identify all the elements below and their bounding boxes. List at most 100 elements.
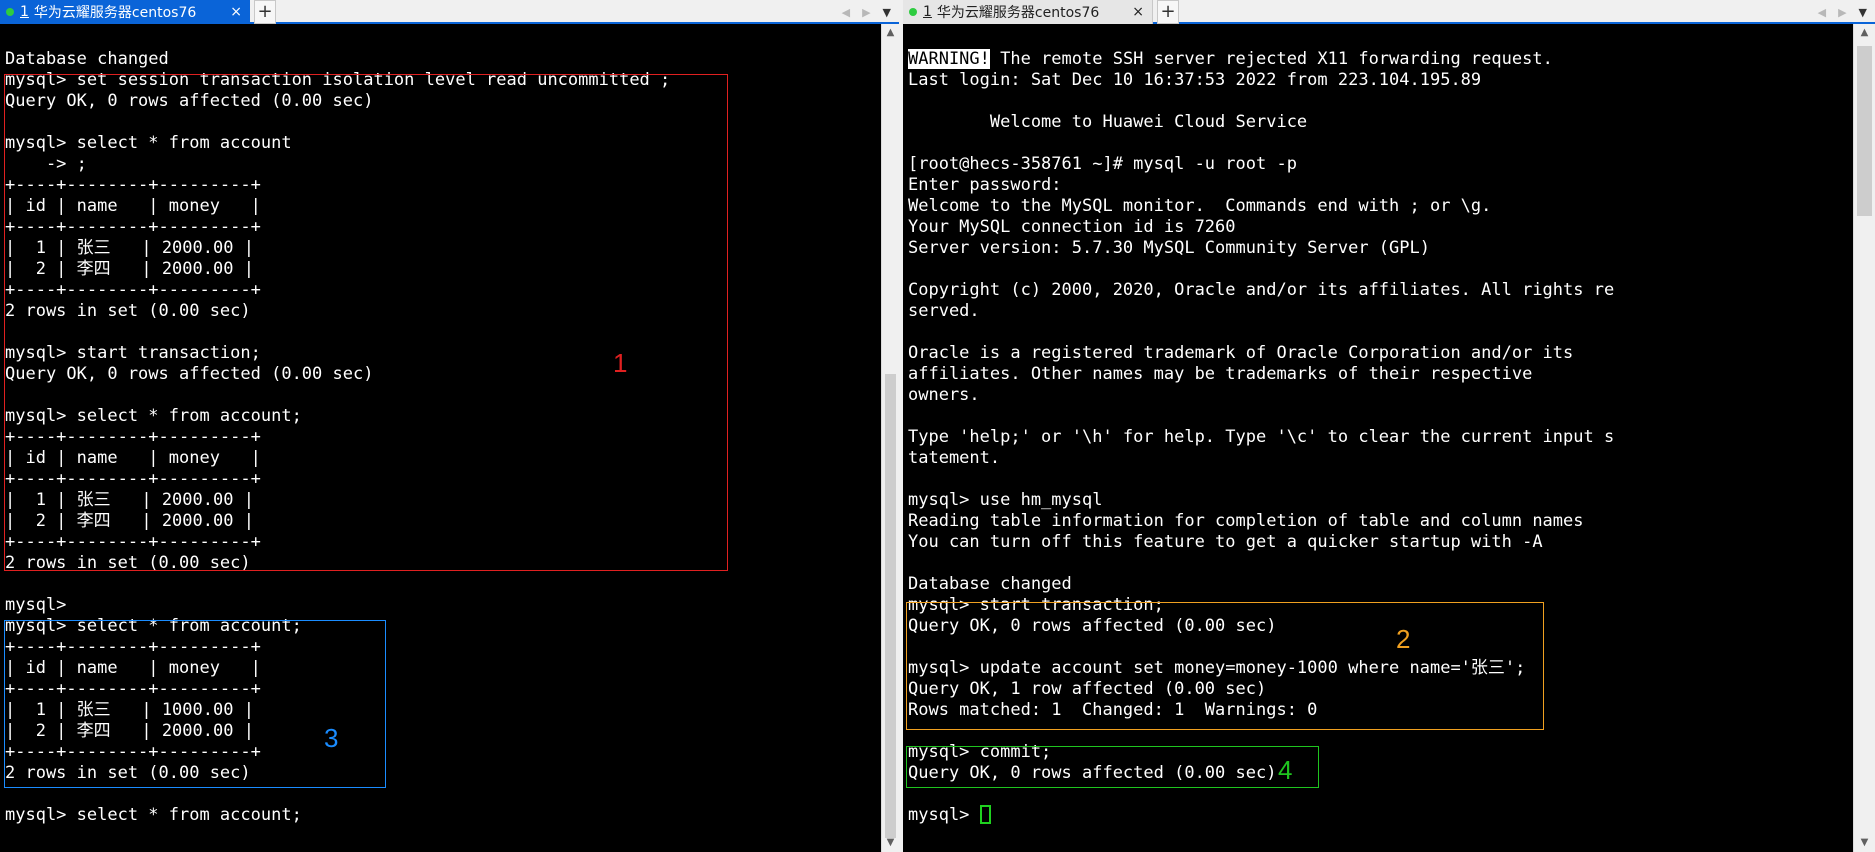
close-icon[interactable]: ×: [230, 4, 242, 20]
terminal-line: Query OK, 0 rows affected (0.00 sec): [5, 91, 374, 111]
right-tab-bar: 1 华为云耀服务器centos76 × + ◀ ▶ ▼: [903, 0, 1875, 24]
scroll-down-icon[interactable]: ▼: [1854, 834, 1875, 852]
terminal-line: Oracle is a registered trademark of Orac…: [908, 343, 1574, 363]
left-tab-navigation: ◀ ▶ ▼: [842, 0, 891, 24]
terminal-line: WARNING! The remote SSH server rejected …: [908, 49, 1553, 69]
close-icon[interactable]: ×: [1132, 4, 1144, 20]
scroll-tabs-right-icon[interactable]: ▶: [862, 6, 870, 19]
terminal-line: Enter password:: [908, 175, 1062, 195]
terminal-line: Welcome to Huawei Cloud Service: [908, 112, 1308, 132]
tab-title: 华为云耀服务器centos76: [33, 5, 197, 21]
terminal-line: owners.: [908, 385, 980, 405]
tab-title: 华为云耀服务器centos76: [936, 5, 1100, 21]
scroll-up-icon[interactable]: ▲: [1854, 24, 1875, 42]
terminal-line: [root@hecs-358761 ~]# mysql -u root -p: [908, 154, 1297, 174]
terminal-line: mysql> select * from account;: [5, 616, 302, 636]
new-tab-button[interactable]: +: [1157, 0, 1179, 24]
terminal-line: mysql>: [5, 595, 67, 615]
terminal-line: | 2 | 李四 | 2000.00 |: [5, 511, 254, 531]
annotation-label-3: 3: [324, 723, 339, 753]
left-tab-bar: 1 华为云耀服务器centos76 × + ◀ ▶ ▼: [0, 0, 899, 24]
terminal-line: Database changed: [5, 49, 169, 69]
terminal-line: Query OK, 0 rows affected (0.00 sec): [908, 763, 1277, 783]
terminal-line: | id | name | money |: [5, 658, 261, 678]
tab-number: 1: [20, 4, 29, 20]
terminal-line: 2 rows in set (0.00 sec): [5, 301, 251, 321]
new-tab-button[interactable]: +: [254, 0, 276, 24]
text-cursor: [979, 805, 991, 824]
terminal-line: mysql> update account set money=money-10…: [908, 658, 1526, 678]
terminal-line: Copyright (c) 2000, 2020, Oracle and/or …: [908, 280, 1615, 300]
terminal-line: +----+--------+---------+: [5, 532, 261, 552]
right-scroll-thumb[interactable]: [1857, 46, 1872, 216]
left-vertical-scrollbar[interactable]: ▲ ▼: [881, 24, 899, 852]
right-terminal-output[interactable]: WARNING! The remote SSH server rejected …: [903, 28, 1853, 852]
terminal-line: 2 rows in set (0.00 sec): [5, 553, 251, 573]
tab-number: 1: [923, 4, 932, 20]
terminal-line: +----+--------+---------+: [5, 280, 261, 300]
scroll-down-icon[interactable]: ▼: [882, 834, 899, 852]
left-terminal-pane: 1 华为云耀服务器centos76 × + ◀ ▶ ▼ Database cha…: [0, 0, 899, 852]
terminal-line: | id | name | money |: [5, 448, 261, 468]
terminal-line: Server version: 5.7.30 MySQL Community S…: [908, 238, 1430, 258]
terminal-line: Rows matched: 1 Changed: 1 Warnings: 0: [908, 700, 1318, 720]
left-scroll-thumb[interactable]: [885, 374, 896, 838]
annotation-label-4: 4: [1278, 755, 1293, 785]
scroll-tabs-left-icon[interactable]: ◀: [842, 6, 850, 19]
terminal-line: +----+--------+---------+: [5, 679, 261, 699]
terminal-line: mysql> commit;: [908, 742, 1052, 762]
terminal-line: +----+--------+---------+: [5, 427, 261, 447]
right-vertical-scrollbar[interactable]: ▲ ▼: [1853, 24, 1875, 852]
terminal-line: Query OK, 0 rows affected (0.00 sec): [908, 616, 1277, 636]
terminal-line: | 2 | 李四 | 2000.00 |: [5, 259, 254, 279]
scroll-tabs-left-icon[interactable]: ◀: [1818, 6, 1826, 19]
terminal-line: Your MySQL connection id is 7260: [908, 217, 1236, 237]
right-session-tab[interactable]: 1 华为云耀服务器centos76 ×: [903, 0, 1153, 24]
terminal-line: | id | name | money |: [5, 196, 261, 216]
scroll-up-icon[interactable]: ▲: [882, 24, 899, 42]
annotation-label-1: 1: [613, 348, 628, 378]
terminal-line: Last login: Sat Dec 10 16:37:53 2022 fro…: [908, 70, 1482, 90]
scroll-tabs-right-icon[interactable]: ▶: [1838, 6, 1846, 19]
left-session-tab[interactable]: 1 华为云耀服务器centos76 ×: [0, 0, 250, 24]
terminal-line: -> ;: [5, 154, 87, 174]
terminal-line: | 1 | 张三 | 2000.00 |: [5, 238, 254, 258]
terminal-line: tatement.: [908, 448, 1001, 468]
terminal-line: mysql> start transaction;: [908, 595, 1164, 615]
terminal-line: 2 rows in set (0.00 sec): [5, 763, 251, 783]
terminal-line: Query OK, 0 rows affected (0.00 sec): [5, 364, 374, 384]
terminal-line: +----+--------+---------+: [5, 637, 261, 657]
annotation-label-2: 2: [1396, 624, 1411, 654]
connected-status-icon: [6, 8, 14, 16]
terminal-line: mysql> use hm_mysql: [908, 490, 1103, 510]
terminal-line: mysql> set session transaction isolation…: [5, 70, 671, 90]
tab-list-dropdown-icon[interactable]: ▼: [1859, 6, 1867, 19]
terminal-line: Type 'help;' or '\h' for help. Type '\c'…: [908, 427, 1615, 447]
tab-list-dropdown-icon[interactable]: ▼: [883, 6, 891, 19]
terminal-line: | 1 | 张三 | 2000.00 |: [5, 490, 254, 510]
terminal-line: | 1 | 张三 | 1000.00 |: [5, 700, 254, 720]
terminal-line: mysql> select * from account;: [5, 406, 302, 426]
terminal-line: affiliates. Other names may be trademark…: [908, 364, 1533, 384]
terminal-line: served.: [908, 301, 980, 321]
left-terminal-output[interactable]: Database changed mysql> set session trans…: [0, 28, 881, 852]
terminal-line: +----+--------+---------+: [5, 217, 261, 237]
terminal-line: mysql> select * from account: [5, 133, 292, 153]
terminal-line: | 2 | 李四 | 2000.00 |: [5, 721, 254, 741]
